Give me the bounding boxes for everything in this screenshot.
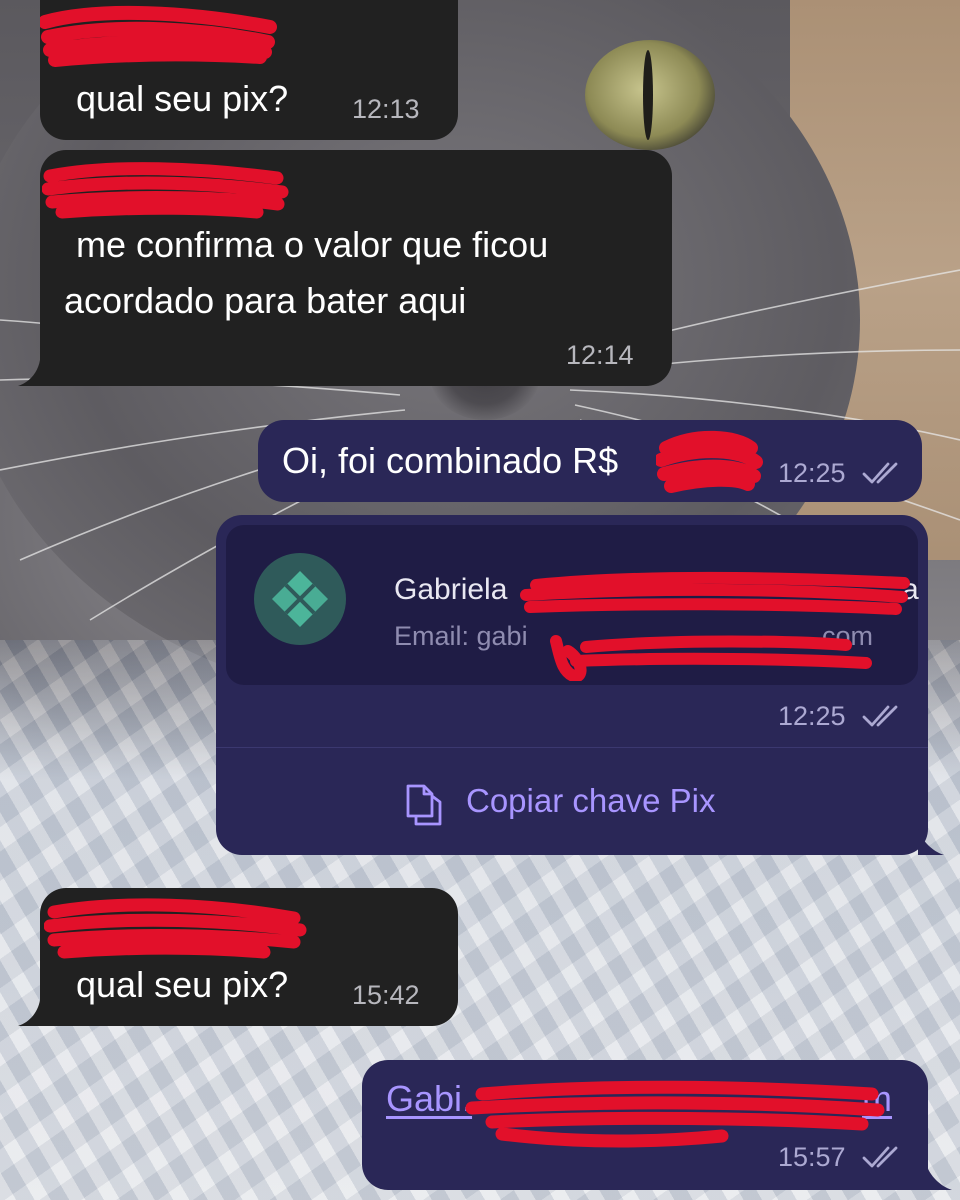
pix-key-message[interactable]: Gabriela a Email: gabi com 12:25 Copiar … (216, 515, 928, 855)
message-text: Oi, foi combinado R$ (282, 440, 619, 481)
redacted-amount (656, 430, 763, 493)
message-text: qual seu pix? (76, 964, 289, 1005)
bubble-tail (918, 829, 944, 855)
message-time: 15:57 (778, 1142, 846, 1172)
message-text-line-1: me confirma o valor que ficou (76, 224, 549, 265)
message-bubble-outgoing[interactable]: Gabi. m 15:57 (362, 1060, 928, 1190)
message-bubble-incoming[interactable]: qual seu pix? 12:13 (40, 0, 458, 140)
copy-pix-key-label: Copiar chave Pix (466, 782, 716, 819)
message-time: 15:42 (352, 980, 420, 1010)
double-check-icon (862, 705, 898, 727)
redacted-sender-name (42, 162, 289, 219)
copy-pix-key-button[interactable]: Copiar chave Pix (216, 748, 928, 854)
redacted-sender-name (44, 898, 307, 959)
bubble-tail (18, 1000, 40, 1026)
message-time: 12:25 (778, 701, 846, 731)
message-text: qual seu pix? (76, 78, 289, 119)
message-text-line-2: acordado para bater aqui (64, 280, 467, 321)
message-bubble-outgoing[interactable]: Oi, foi combinado R$ 12:25 (258, 420, 922, 502)
message-bubble-incoming[interactable]: me confirma o valor que ficou acordado p… (40, 150, 672, 386)
redacted-sender-name (40, 5, 277, 67)
double-check-icon (862, 462, 898, 484)
redacted-email (465, 1080, 885, 1148)
email-link[interactable]: Gabi. (386, 1072, 472, 1126)
contact-email: Email: gabi (394, 621, 528, 651)
message-time: 12:13 (352, 94, 420, 124)
bubble-tail (926, 1164, 952, 1190)
message-bubble-incoming[interactable]: qual seu pix? 15:42 (40, 888, 458, 1026)
copy-document-icon (406, 784, 442, 826)
bubble-tail (18, 360, 40, 386)
double-check-icon (862, 1146, 898, 1168)
redacted-contact-details (520, 572, 910, 681)
pix-contact-card[interactable]: Gabriela a Email: gabi com (226, 525, 919, 685)
contact-name: Gabriela (394, 573, 508, 606)
message-time: 12:25 (778, 458, 846, 488)
message-time: 12:14 (566, 340, 634, 370)
pix-logo-icon (254, 553, 346, 645)
